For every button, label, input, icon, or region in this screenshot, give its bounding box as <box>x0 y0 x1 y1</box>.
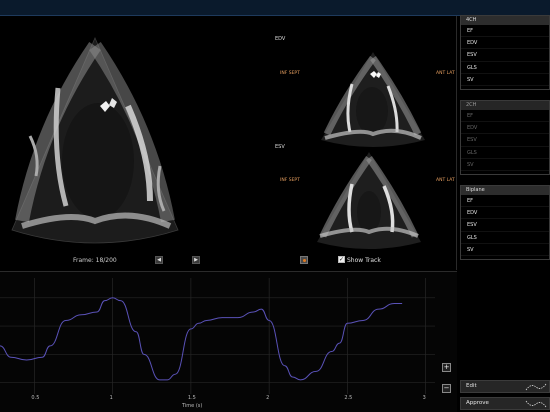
panel-2ch-sv: SV <box>461 159 549 171</box>
edit-button[interactable]: Edit <box>460 380 550 393</box>
panel-4ch-gls[interactable]: GLS <box>461 62 549 74</box>
esv-echo-image <box>317 152 421 249</box>
frame-counter: Frame: 18/200 <box>73 257 117 264</box>
edv-label: EDV <box>275 36 286 42</box>
edv-orientation-right: ANT LAT <box>436 71 455 76</box>
panel-biplane-esv[interactable]: ESV <box>461 219 549 232</box>
strain-curve-line <box>0 297 403 381</box>
main-echo-image <box>11 36 179 244</box>
panel-biplane: Biplane EF EDV ESV GLS SV <box>460 185 550 260</box>
panel-biplane-edv[interactable]: EDV <box>461 207 549 220</box>
panel-biplane-gls[interactable]: GLS <box>461 232 549 244</box>
panel-2ch-gls: GLS <box>461 147 549 159</box>
show-track-label: Show Track <box>347 257 381 264</box>
x-tick-label: 2 <box>266 395 270 401</box>
edit-button-label: Edit <box>466 383 477 389</box>
panel-4ch-esv[interactable]: ESV <box>461 49 549 62</box>
x-tick-label: 0.5 <box>31 395 40 401</box>
panel-2ch-edv: EDV <box>461 122 549 135</box>
esv-label: ESV <box>275 144 285 150</box>
top-bar <box>0 0 550 16</box>
echo-viewer: EDV INF SEPT ANT LAT ESV INF SEPT ANT LA… <box>0 16 457 270</box>
x-tick-label: 2.5 <box>344 395 353 401</box>
edv-echo-image <box>321 52 425 147</box>
zoom-out-button[interactable]: − <box>442 384 451 393</box>
x-tick-label: 1 <box>109 395 113 401</box>
panel-2ch: 2CH EF EDV ESV GLS SV <box>460 100 550 175</box>
echo-images <box>11 36 425 249</box>
panel-biplane-ef[interactable]: EF <box>461 195 549 208</box>
show-track-checkbox[interactable]: ✓ <box>338 256 345 263</box>
panel-2ch-title: 2CH <box>461 101 549 110</box>
esv-orientation-left: INF SEPT <box>280 178 300 183</box>
strain-curve-plot: 0.5 1 1.5 2 2.5 3 Time (s) + − <box>0 271 457 412</box>
capture-button[interactable] <box>300 256 308 264</box>
strain-curve-svg <box>0 278 435 394</box>
x-axis-label: Time (s) <box>182 403 203 409</box>
approve-button-label: Approve <box>466 400 489 406</box>
esv-orientation-right: ANT LAT <box>436 178 455 183</box>
capture-icon <box>303 259 306 262</box>
approve-button[interactable]: Approve <box>460 397 550 410</box>
zoom-in-button[interactable]: + <box>442 363 451 372</box>
previous-frame-button[interactable]: ◀ <box>155 256 163 264</box>
panel-4ch: 4CH EF EDV ESV GLS SV <box>460 15 550 90</box>
edit-curve-icon <box>525 383 547 391</box>
edv-orientation-left: INF SEPT <box>280 71 300 76</box>
panel-4ch-sv[interactable]: SV <box>461 74 549 86</box>
approve-curve-icon <box>525 400 547 408</box>
panel-2ch-ef: EF <box>461 110 549 123</box>
panel-biplane-sv[interactable]: SV <box>461 244 549 256</box>
x-tick-label: 1.5 <box>187 395 196 401</box>
x-tick-label: 3 <box>422 395 426 401</box>
panel-4ch-title: 4CH <box>461 16 549 25</box>
panel-biplane-title: Biplane <box>461 186 549 195</box>
panel-4ch-ef[interactable]: EF <box>461 25 549 38</box>
next-frame-button[interactable]: ▶ <box>192 256 200 264</box>
panel-4ch-edv[interactable]: EDV <box>461 37 549 50</box>
panel-2ch-esv: ESV <box>461 134 549 147</box>
